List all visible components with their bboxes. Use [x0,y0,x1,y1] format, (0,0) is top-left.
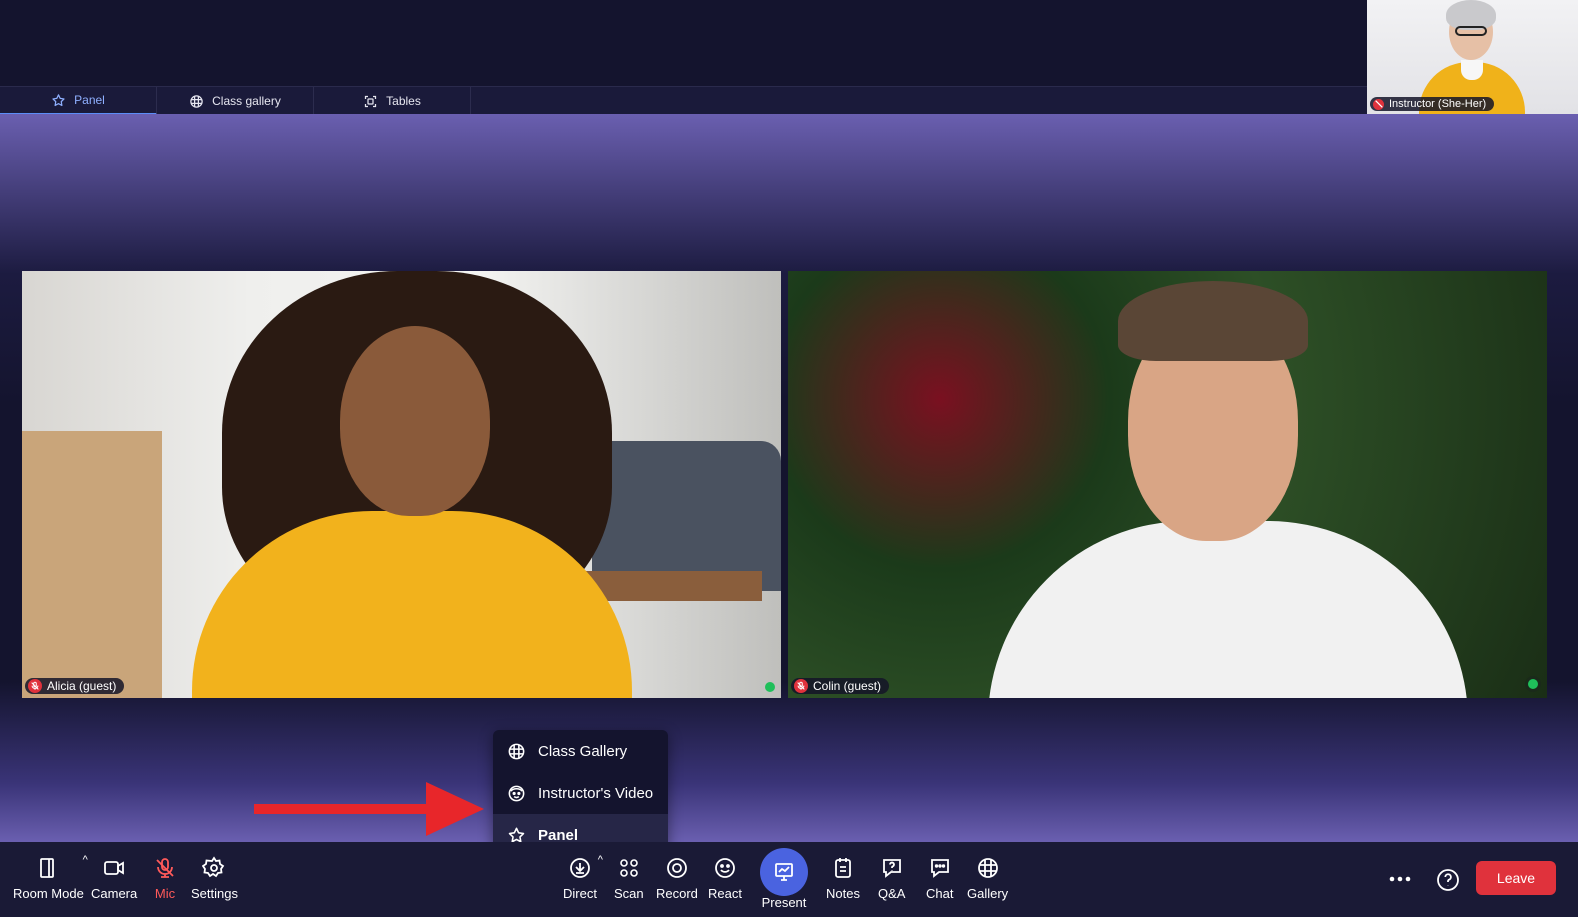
menu-item-label: Instructor's Video [538,784,654,802]
notes-label: Notes [826,886,860,901]
background-sofa [592,441,781,591]
more-options-icon[interactable] [1386,866,1414,892]
tab-tables[interactable]: Tables [314,87,471,115]
chevron-up-icon: ^ [82,854,88,866]
annotation-arrow [254,782,484,836]
leave-button[interactable]: Leave [1476,861,1556,895]
present-button[interactable] [760,848,808,896]
menu-item-label: Class Gallery [538,742,628,760]
camera-label: Camera [91,886,138,901]
room-mode-label: Room Mode [13,886,84,901]
tables-icon [365,95,377,107]
connection-status-dot [765,682,775,692]
direct-download-icon [570,858,590,878]
chevron-up-icon: ^ [597,854,603,866]
record-button[interactable]: Record [656,856,698,901]
menu-item-label: Panel [538,826,579,844]
grid-icon [190,94,203,108]
scan-icon [620,859,638,877]
mic-off-icon [1373,98,1384,110]
notes-button[interactable]: Notes [826,856,860,901]
participant-video-alicia[interactable]: Alicia (guest) [22,271,781,698]
qa-label: Q&A [878,886,906,901]
direct-button[interactable]: ^ Direct [563,854,603,901]
chat-label: Chat [926,886,954,901]
tab-label: Tables [386,94,421,108]
direct-label: Direct [563,886,597,901]
settings-button[interactable]: Settings [191,856,238,901]
instructor-name: Instructor (She-Her) [1389,98,1487,110]
record-label: Record [656,886,698,901]
menu-item-instructors-video[interactable]: Instructor's Video [493,772,668,814]
menu-item-class-gallery[interactable]: Class Gallery [493,730,668,772]
tab-label: Class gallery [212,94,281,108]
instructor-face-icon [508,785,525,801]
tab-label: Panel [74,93,105,107]
background-table [582,571,762,601]
room-mode-button[interactable]: ^ Room Mode [13,854,88,901]
mic-label: Mic [154,886,176,901]
participant-hair [1118,281,1308,361]
mic-off-icon [28,679,42,693]
question-bubble-icon [882,859,901,878]
smiley-icon [715,858,735,878]
participant-name: Alicia (guest) [47,679,117,693]
view-tabs: Panel Class gallery Tables [0,86,1367,115]
instructor-name-pill: Instructor (She-Her) [1370,97,1495,111]
mic-off-icon [794,679,808,693]
chat-button[interactable]: Chat [926,856,953,901]
grid-icon [508,743,525,759]
chat-bubble-icon [930,859,949,878]
background-shelf [22,431,162,698]
tab-panel[interactable]: Panel [0,87,157,115]
settings-label: Settings [191,886,238,901]
participant-name-pill: Colin (guest) [791,678,890,694]
participant-torso [988,521,1468,698]
top-bar [0,0,1578,86]
scan-button[interactable]: Scan [614,856,644,901]
room-mode-icon [40,858,55,878]
mic-button[interactable]: Mic [153,856,177,901]
react-label: React [708,886,742,901]
grid-icon [977,858,998,878]
scan-label: Scan [614,886,644,901]
participant-name-pill: Alicia (guest) [25,678,125,694]
gallery-label: Gallery [967,886,1009,901]
tab-class-gallery[interactable]: Class gallery [157,87,314,115]
star-icon [52,93,65,106]
camera-button[interactable]: Camera [91,856,137,901]
react-button[interactable]: React [708,856,742,901]
mic-off-icon [156,858,174,878]
instructor-glasses [1455,26,1487,36]
participant-video-colin[interactable]: Colin (guest) [788,271,1547,698]
instructor-video-thumbnail[interactable]: Instructor (She-Her) [1367,0,1578,114]
present-icon [775,863,793,881]
record-icon [667,858,687,878]
present-label: Present [761,895,807,910]
notes-icon [835,858,851,878]
view-mode-menu: Class Gallery Instructor's Video Panel [493,730,668,856]
camera-icon [104,861,125,875]
help-icon[interactable] [1436,868,1460,892]
connection-status-dot [1525,676,1541,692]
participant-name: Colin (guest) [813,679,882,693]
gear-icon [202,856,225,878]
qa-button[interactable]: Q&A [878,856,905,901]
participant-face [340,326,490,516]
instructor-collar [1461,60,1483,80]
gallery-button[interactable]: Gallery [967,856,1008,901]
